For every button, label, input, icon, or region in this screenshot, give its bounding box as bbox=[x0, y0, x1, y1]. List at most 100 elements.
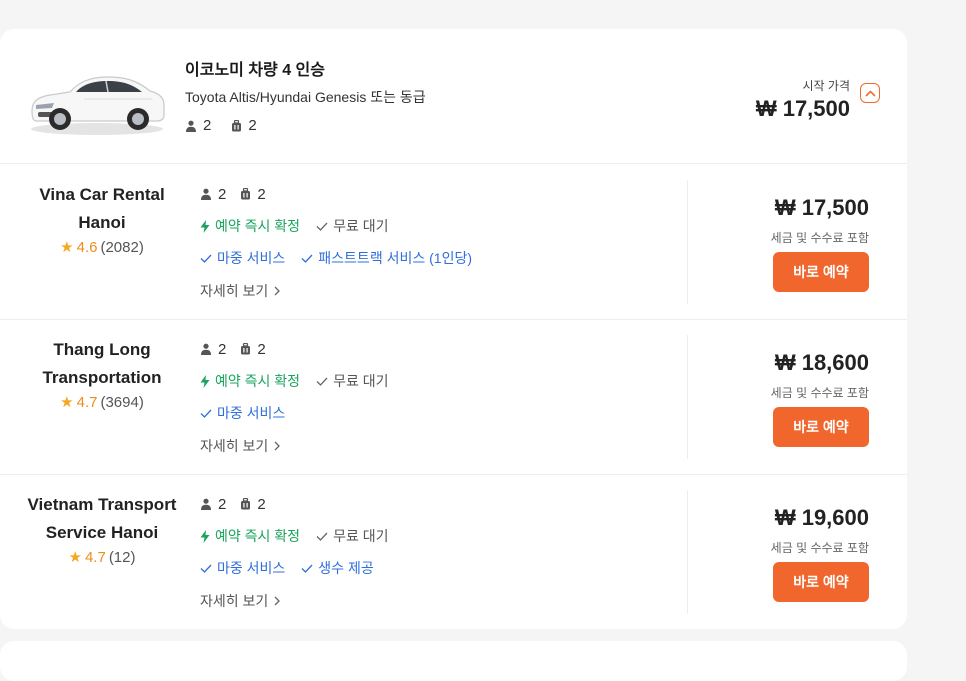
vendor-name[interactable]: Vietnam Transport Service Hanoi bbox=[24, 491, 180, 547]
offer-passengers: 2 bbox=[218, 495, 227, 513]
service-label: 패스트트랙 서비스 (1인당) bbox=[318, 250, 472, 266]
car-luggage: 2 bbox=[248, 117, 257, 134]
offer-details: 2 2 예약 즉시 확정 무료 대기 마중 서비스 자세히 보기 bbox=[200, 339, 388, 456]
person-icon bbox=[186, 120, 196, 132]
check-icon bbox=[200, 409, 212, 418]
offer-price: ₩ 18,600 bbox=[774, 350, 869, 375]
tax-note: 세금 및 수수료 포함 bbox=[770, 231, 869, 245]
car-image bbox=[31, 76, 165, 135]
see-details-label: 자세히 보기 bbox=[200, 593, 269, 609]
vendor-rating: ★ 4.7 (12) bbox=[68, 548, 136, 567]
collapse-button[interactable] bbox=[860, 83, 880, 103]
check-icon bbox=[200, 564, 212, 573]
luggage-icon bbox=[232, 119, 242, 131]
check-icon bbox=[301, 254, 313, 263]
offer-row: Vietnam Transport Service Hanoi ★ 4.7 (1… bbox=[0, 474, 907, 629]
rating-value: 4.7 bbox=[84, 548, 106, 566]
free-wait-label: 무료 대기 bbox=[333, 528, 389, 544]
feature-line: 예약 즉시 확정 무료 대기 bbox=[200, 526, 388, 546]
rating-value: 4.7 bbox=[76, 393, 98, 411]
vendor-name[interactable]: Thang Long Transportation bbox=[24, 336, 180, 392]
rating-value: 4.6 bbox=[76, 238, 98, 256]
service-label: 생수 제공 bbox=[318, 560, 374, 576]
offer-capacity: 2 2 bbox=[200, 339, 388, 359]
divider bbox=[687, 490, 688, 614]
service-line: 마중 서비스 패스트트랙 서비스 (1인당) bbox=[200, 248, 472, 268]
lightning-icon bbox=[200, 529, 210, 543]
book-now-button[interactable]: 바로 예약 bbox=[773, 562, 869, 602]
offer-row: Vina Car Rental Hanoi ★ 4.6 (2082) 2 2 예… bbox=[0, 164, 907, 320]
check-icon bbox=[301, 564, 313, 573]
star-icon: ★ bbox=[60, 394, 74, 411]
next-card bbox=[0, 641, 907, 681]
instant-confirm-label: 예약 즉시 확정 bbox=[215, 373, 301, 389]
person-icon bbox=[201, 188, 211, 200]
service-label: 마중 서비스 bbox=[217, 250, 286, 266]
car-offer-card: 이코노미 차량 4 인승 Toyota Altis/Hyundai Genesi… bbox=[0, 29, 907, 629]
tax-note: 세금 및 수수료 포함 bbox=[770, 541, 869, 555]
offer-passengers: 2 bbox=[218, 340, 227, 358]
divider bbox=[687, 180, 688, 304]
lightning-icon bbox=[200, 374, 210, 388]
review-count: (12) bbox=[108, 548, 136, 566]
offer-capacity: 2 2 bbox=[200, 494, 388, 514]
vendor-rating: ★ 4.6 (2082) bbox=[60, 238, 144, 257]
see-details-link[interactable]: 자세히 보기 bbox=[200, 591, 281, 611]
car-capacity: 2 2 bbox=[185, 117, 271, 134]
vendor-name[interactable]: Vina Car Rental Hanoi bbox=[24, 181, 180, 237]
see-details-label: 자세히 보기 bbox=[200, 283, 269, 299]
chevron-right-icon bbox=[274, 441, 281, 451]
chevron-up-icon bbox=[864, 89, 876, 97]
star-icon: ★ bbox=[60, 239, 74, 256]
offer-luggage: 2 bbox=[257, 185, 266, 203]
price-box: ₩ 18,600 세금 및 수수료 포함 바로 예약 bbox=[771, 350, 869, 447]
vendor-info: Vietnam Transport Service Hanoi ★ 4.7 (1… bbox=[24, 491, 180, 567]
offer-passengers: 2 bbox=[218, 185, 227, 203]
check-icon bbox=[316, 377, 328, 386]
offer-price: ₩ 19,600 bbox=[774, 505, 869, 530]
luggage-icon bbox=[241, 498, 251, 510]
see-details-link[interactable]: 자세히 보기 bbox=[200, 436, 281, 456]
review-count: (2082) bbox=[100, 238, 144, 256]
vendor-info: Thang Long Transportation ★ 4.7 (3694) bbox=[24, 336, 180, 412]
chevron-right-icon bbox=[274, 286, 281, 296]
tax-note: 세금 및 수수료 포함 bbox=[770, 386, 869, 400]
luggage-icon bbox=[241, 188, 251, 200]
instant-confirm-label: 예약 즉시 확정 bbox=[215, 528, 301, 544]
luggage-icon bbox=[241, 343, 251, 355]
offer-price: ₩ 17,500 bbox=[774, 195, 869, 220]
service-line: 마중 서비스 bbox=[200, 403, 388, 423]
see-details-label: 자세히 보기 bbox=[200, 438, 269, 454]
service-line: 마중 서비스 생수 제공 bbox=[200, 558, 388, 578]
check-icon bbox=[200, 254, 212, 263]
review-count: (3694) bbox=[100, 393, 144, 411]
price-box: ₩ 17,500 세금 및 수수료 포함 바로 예약 bbox=[771, 195, 869, 292]
check-icon bbox=[316, 222, 328, 231]
vendor-rating: ★ 4.7 (3694) bbox=[60, 393, 144, 412]
offer-luggage: 2 bbox=[257, 340, 266, 358]
book-now-button[interactable]: 바로 예약 bbox=[773, 407, 869, 447]
feature-line: 예약 즉시 확정 무료 대기 bbox=[200, 216, 472, 236]
offer-details: 2 2 예약 즉시 확정 무료 대기 마중 서비스 패스트트랙 서비스 (1인당… bbox=[200, 184, 472, 301]
car-passengers: 2 bbox=[203, 117, 212, 134]
offer-row: Thang Long Transportation ★ 4.7 (3694) 2… bbox=[0, 319, 907, 475]
lightning-icon bbox=[200, 219, 210, 233]
see-details-link[interactable]: 자세히 보기 bbox=[200, 281, 281, 301]
offer-details: 2 2 예약 즉시 확정 무료 대기 마중 서비스 생수 제공 자세히 보기 bbox=[200, 494, 388, 611]
vendor-info: Vina Car Rental Hanoi ★ 4.6 (2082) bbox=[24, 181, 180, 257]
person-icon bbox=[201, 343, 211, 355]
start-price: ₩ 17,500 bbox=[755, 96, 850, 121]
offer-luggage: 2 bbox=[257, 495, 266, 513]
star-icon: ★ bbox=[68, 549, 82, 566]
offer-capacity: 2 2 bbox=[200, 184, 472, 204]
start-price-label: 시작 가격 bbox=[802, 79, 851, 93]
chevron-right-icon bbox=[274, 596, 281, 606]
instant-confirm-label: 예약 즉시 확정 bbox=[215, 218, 301, 234]
service-label: 마중 서비스 bbox=[217, 560, 286, 576]
price-box: ₩ 19,600 세금 및 수수료 포함 바로 예약 bbox=[771, 505, 869, 602]
car-title: 이코노미 차량 4 인승 bbox=[185, 62, 325, 79]
service-label: 마중 서비스 bbox=[217, 405, 286, 421]
free-wait-label: 무료 대기 bbox=[333, 373, 389, 389]
book-now-button[interactable]: 바로 예약 bbox=[773, 252, 869, 292]
car-subtitle: Toyota Altis/Hyundai Genesis 또는 동급 bbox=[185, 89, 426, 105]
